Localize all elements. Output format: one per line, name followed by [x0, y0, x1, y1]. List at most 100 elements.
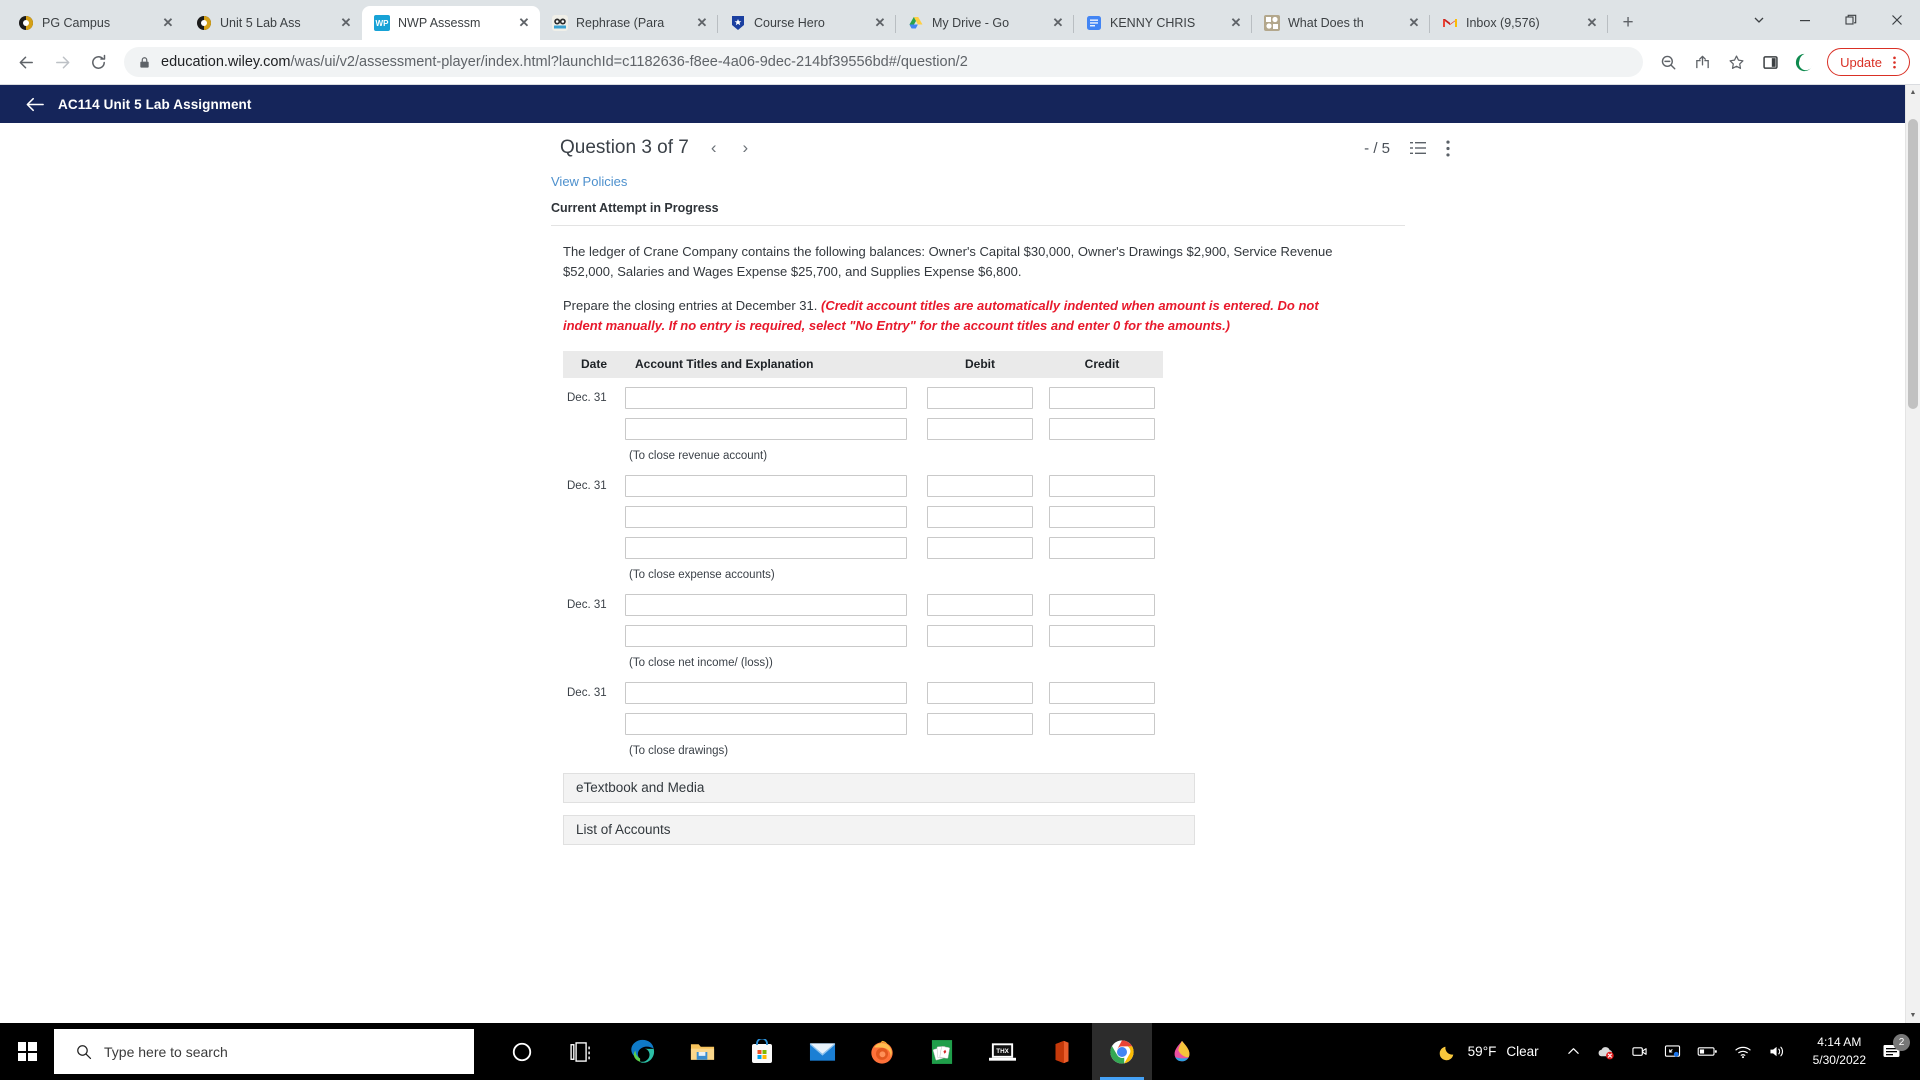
view-policies-link[interactable]: View Policies: [551, 174, 627, 189]
close-icon[interactable]: ✕: [160, 15, 176, 31]
credit-input[interactable]: [1049, 505, 1155, 528]
mail-icon[interactable]: [792, 1023, 852, 1080]
camera-icon[interactable]: [1631, 1044, 1648, 1059]
cortana-icon[interactable]: [492, 1023, 552, 1080]
forward-button[interactable]: [46, 46, 78, 78]
file-explorer-icon[interactable]: [672, 1023, 732, 1080]
chevron-up-icon[interactable]: [1567, 1045, 1580, 1058]
extension-icon[interactable]: [1789, 47, 1819, 77]
weather-widget[interactable]: 59°F Clear: [1424, 1042, 1553, 1062]
accordion-list-of-accounts[interactable]: List of Accounts: [563, 814, 1195, 845]
next-question-button[interactable]: ›: [739, 138, 753, 158]
close-icon[interactable]: ✕: [1050, 15, 1066, 31]
credit-input[interactable]: [1049, 417, 1155, 440]
credit-input[interactable]: [1049, 681, 1155, 704]
credit-input[interactable]: [1049, 593, 1155, 616]
close-window-button[interactable]: [1874, 4, 1920, 36]
browser-tab-my-drive[interactable]: My Drive - Go ✕: [896, 6, 1074, 40]
account-title-input[interactable]: [625, 417, 907, 440]
account-title-input[interactable]: [625, 593, 907, 616]
update-button[interactable]: Update: [1827, 48, 1910, 76]
debit-input[interactable]: [927, 417, 1033, 440]
scrollbar-thumb[interactable]: [1908, 119, 1918, 409]
google-chrome-icon[interactable]: [1092, 1023, 1152, 1080]
credit-input[interactable]: [1049, 712, 1155, 735]
question-list-icon[interactable]: [1410, 140, 1426, 156]
debit-input[interactable]: [927, 474, 1033, 497]
credit-input[interactable]: [1049, 474, 1155, 497]
notification-center-button[interactable]: 2: [1878, 1033, 1914, 1061]
close-icon[interactable]: ✕: [872, 15, 888, 31]
account-title-input[interactable]: [625, 712, 907, 735]
thx-laptop-icon[interactable]: THX: [972, 1023, 1032, 1080]
browser-tab-what-does-the[interactable]: What Does th ✕: [1252, 6, 1430, 40]
credit-input[interactable]: [1049, 536, 1155, 559]
cloud-error-icon[interactable]: [1596, 1044, 1615, 1060]
display-icon[interactable]: [1664, 1044, 1681, 1059]
firefox-icon[interactable]: [852, 1023, 912, 1080]
browser-tab-unit-5-lab[interactable]: Unit 5 Lab Ass ✕: [184, 6, 362, 40]
account-title-input[interactable]: [625, 624, 907, 647]
office-icon[interactable]: [1032, 1023, 1092, 1080]
browser-tab-nwp-assessment[interactable]: WP NWP Assessm ✕: [362, 6, 540, 40]
account-title-cell: [625, 474, 919, 497]
browser-tab-gmail-inbox[interactable]: Inbox (9,576) ✕: [1430, 6, 1608, 40]
close-icon[interactable]: ✕: [1584, 15, 1600, 31]
maximize-restore-button[interactable]: [1828, 4, 1874, 36]
debit-input[interactable]: [927, 593, 1033, 616]
start-button[interactable]: [0, 1023, 54, 1080]
tab-search-icon[interactable]: [1736, 4, 1782, 36]
solitaire-icon[interactable]: [912, 1023, 972, 1080]
page-scrollbar[interactable]: ▲ ▼: [1905, 85, 1920, 1023]
browser-tab-rephrase[interactable]: Rephrase (Para ✕: [540, 6, 718, 40]
previous-question-button[interactable]: ‹: [707, 138, 721, 158]
task-view-icon[interactable]: [552, 1023, 612, 1080]
share-icon[interactable]: [1687, 47, 1717, 77]
three-dot-menu-icon[interactable]: [1446, 139, 1450, 157]
tray-icon-group: [1553, 1044, 1801, 1060]
address-bar[interactable]: education.wiley.com/was/ui/v2/assessment…: [124, 47, 1644, 77]
browser-tab-kenny-chris-doc[interactable]: KENNY CHRIS ✕: [1074, 6, 1252, 40]
back-arrow-icon[interactable]: [26, 97, 44, 112]
scroll-up-arrow[interactable]: ▲: [1906, 85, 1920, 100]
credit-input[interactable]: [1049, 386, 1155, 409]
close-icon[interactable]: ✕: [694, 15, 710, 31]
account-title-input[interactable]: [625, 386, 907, 409]
microsoft-store-icon[interactable]: [732, 1023, 792, 1080]
three-dot-menu-icon[interactable]: [1888, 55, 1901, 70]
debit-input[interactable]: [927, 712, 1033, 735]
credit-input[interactable]: [1049, 624, 1155, 647]
debit-input[interactable]: [927, 681, 1033, 704]
close-icon[interactable]: ✕: [338, 15, 354, 31]
new-tab-button[interactable]: +: [1614, 9, 1642, 37]
close-icon[interactable]: ✕: [1406, 15, 1422, 31]
journal-entry-row: Dec. 31: [563, 474, 1163, 497]
zoom-out-icon[interactable]: [1653, 47, 1683, 77]
account-title-input[interactable]: [625, 474, 907, 497]
account-title-input[interactable]: [625, 536, 907, 559]
debit-input[interactable]: [927, 536, 1033, 559]
wifi-icon[interactable]: [1734, 1045, 1752, 1059]
volume-icon[interactable]: [1768, 1044, 1787, 1059]
close-icon[interactable]: ✕: [1228, 15, 1244, 31]
star-icon[interactable]: [1721, 47, 1751, 77]
debit-input[interactable]: [927, 505, 1033, 528]
debit-input[interactable]: [927, 624, 1033, 647]
side-panel-icon[interactable]: [1755, 47, 1785, 77]
account-title-input[interactable]: [625, 681, 907, 704]
scroll-down-arrow[interactable]: ▼: [1906, 1008, 1920, 1023]
close-icon[interactable]: ✕: [516, 15, 532, 31]
browser-tab-course-hero[interactable]: Course Hero ✕: [718, 6, 896, 40]
microsoft-edge-icon[interactable]: [612, 1023, 672, 1080]
browser-tab-pg-campus[interactable]: PG Campus ✕: [6, 6, 184, 40]
paint-3d-icon[interactable]: [1152, 1023, 1212, 1080]
account-title-input[interactable]: [625, 505, 907, 528]
taskbar-clock[interactable]: 4:14 AM 5/30/2022: [1801, 1034, 1878, 1069]
taskbar-search-box[interactable]: Type here to search: [54, 1029, 474, 1074]
minimize-button[interactable]: [1782, 4, 1828, 36]
reload-button[interactable]: [82, 46, 114, 78]
battery-icon[interactable]: [1697, 1045, 1718, 1058]
back-button[interactable]: [10, 46, 42, 78]
debit-input[interactable]: [927, 386, 1033, 409]
accordion-etextbook-and-media[interactable]: eTextbook and Media: [563, 772, 1195, 803]
